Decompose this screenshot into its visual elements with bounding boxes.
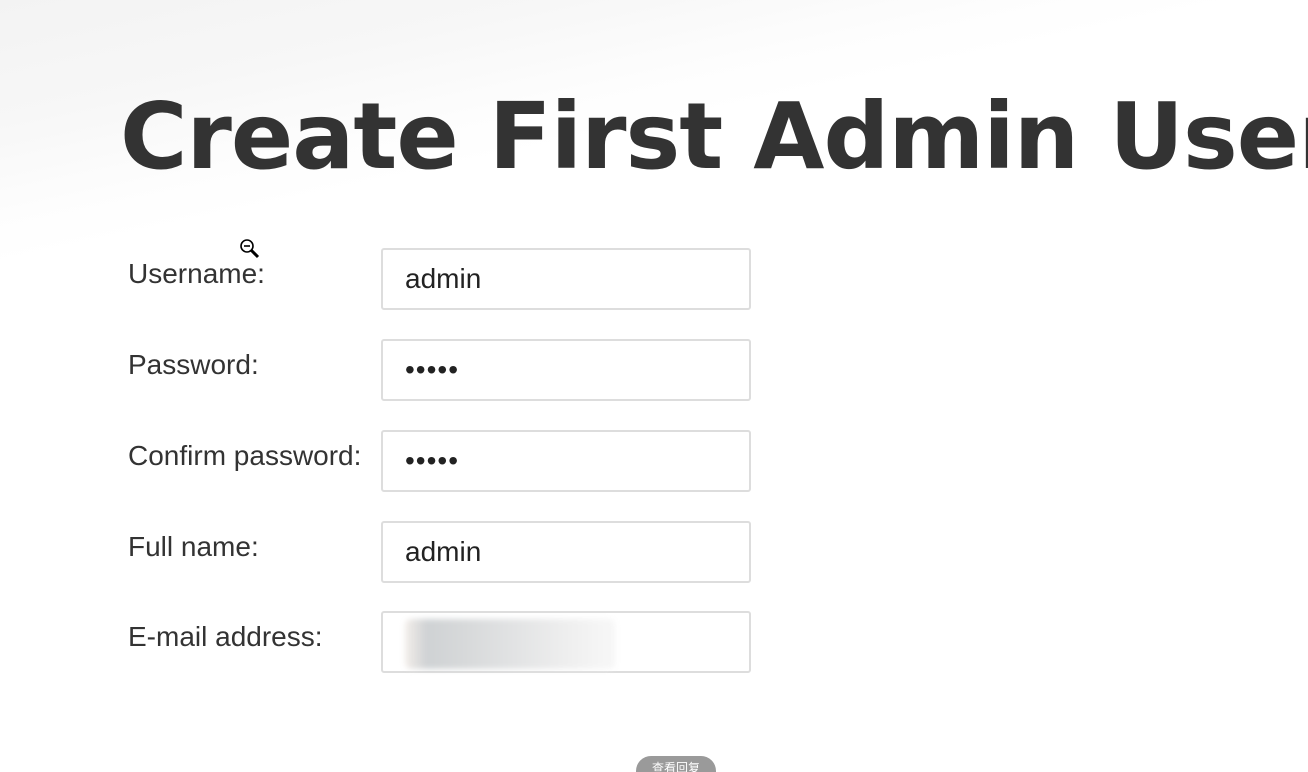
email-label: E-mail address: bbox=[128, 621, 323, 652]
username-input[interactable] bbox=[381, 248, 751, 310]
confirm-password-label: Confirm password: bbox=[128, 440, 362, 471]
setup-page: Create First Admin User Username: Passwo… bbox=[0, 0, 1308, 772]
password-row: Password: bbox=[128, 339, 768, 405]
confirm-password-row: Confirm password: bbox=[128, 430, 768, 496]
full-name-row: Full name: bbox=[128, 521, 768, 587]
view-replies-button[interactable]: 查看回复 bbox=[636, 756, 716, 772]
password-label: Password: bbox=[128, 349, 259, 380]
confirm-password-input[interactable] bbox=[381, 430, 751, 492]
full-name-input[interactable] bbox=[381, 521, 751, 583]
password-input[interactable] bbox=[381, 339, 751, 401]
page-title: Create First Admin User bbox=[120, 83, 1308, 190]
full-name-label: Full name: bbox=[128, 531, 259, 562]
username-label: Username: bbox=[128, 258, 265, 289]
email-row: E-mail address: bbox=[128, 611, 768, 677]
email-input[interactable] bbox=[381, 611, 751, 673]
username-row: Username: bbox=[128, 248, 768, 314]
redacted-email-blur bbox=[405, 619, 615, 669]
